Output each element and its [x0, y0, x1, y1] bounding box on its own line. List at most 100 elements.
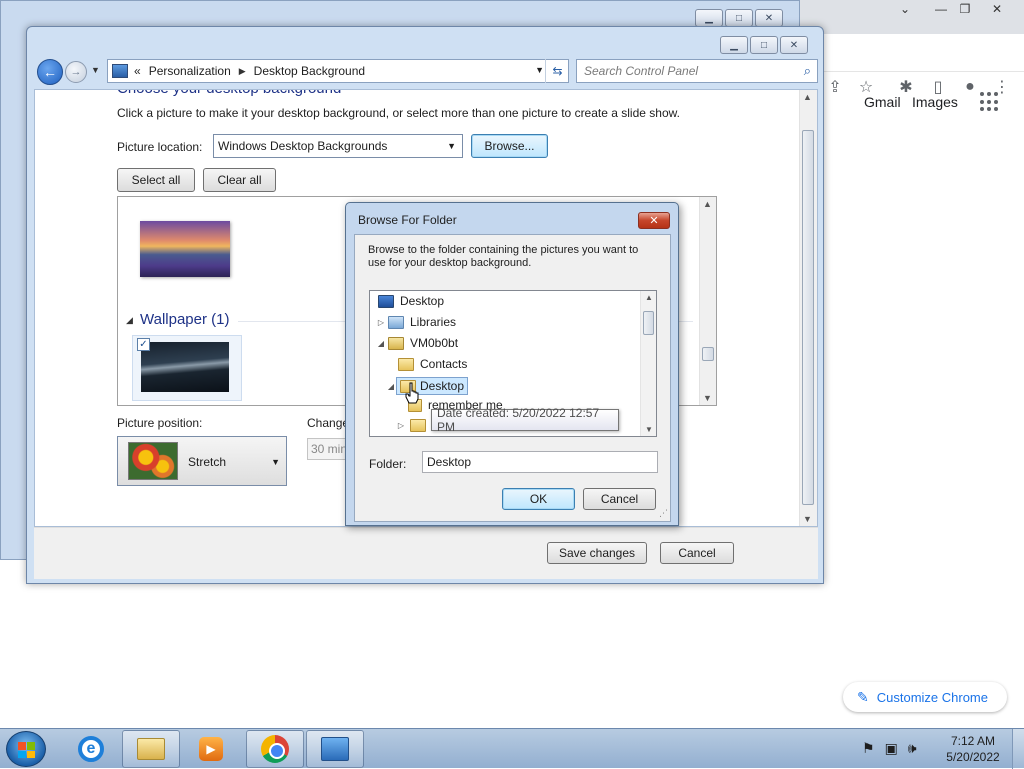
collapse-arrow-icon[interactable]: ◢ [376, 339, 386, 348]
tree-item-collapsed[interactable]: ▷ [396, 419, 432, 432]
save-changes-button[interactable]: Save changes [547, 542, 647, 564]
page-title: Choose your desktop background [117, 90, 341, 97]
chrome-icon [261, 735, 289, 763]
dialog-cancel-button[interactable]: Cancel [583, 488, 656, 510]
back-arrow-icon[interactable]: ← [37, 59, 63, 85]
breadcrumb-overflow-icon[interactable]: « [134, 64, 141, 78]
customize-chrome-label: Customize Chrome [876, 689, 988, 705]
wallpaper-group-label[interactable]: Wallpaper (1) [140, 311, 229, 328]
customize-chrome-button[interactable]: ✎ Customize Chrome [843, 682, 1007, 712]
taskbar-media-player[interactable]: ▶ [182, 730, 240, 768]
taskbar-file-explorer[interactable] [122, 730, 180, 768]
system-tray: ⚑ ▣ 🕪 [862, 740, 917, 757]
scroll-thumb[interactable] [802, 130, 814, 505]
scroll-up-icon[interactable]: ▲ [645, 293, 653, 302]
tree-item-label: VM0b0bt [410, 336, 459, 350]
wallpaper-thumbnail-selected[interactable]: ✓ [132, 335, 242, 401]
gmail-link[interactable]: Gmail [864, 94, 901, 110]
search-icon[interactable]: ⌕ [804, 63, 811, 79]
expand-arrow-icon[interactable]: ▷ [396, 421, 406, 430]
ok-button[interactable]: OK [502, 488, 575, 510]
picture-location-value: Windows Desktop Backgrounds [218, 139, 388, 153]
background-window-controls: ▁ □ ✕ [695, 9, 783, 27]
picture-position-value: Stretch [188, 455, 227, 469]
minimize-icon[interactable]: ▁ [695, 9, 723, 27]
close-icon[interactable]: ✕ [780, 36, 808, 54]
tree-item-contacts[interactable]: Contacts [398, 357, 467, 371]
taskbar-chrome[interactable] [246, 730, 304, 768]
clear-all-button[interactable]: Clear all [203, 168, 276, 192]
breadcrumb-separator-icon[interactable]: ▶ [239, 66, 246, 77]
scroll-up-icon[interactable]: ▲ [803, 92, 812, 102]
scroll-down-icon[interactable]: ▼ [645, 425, 653, 434]
select-all-button[interactable]: Select all [117, 168, 195, 192]
picture-location-label: Picture location: [117, 140, 203, 154]
forward-arrow-icon[interactable]: → [65, 61, 87, 83]
window-controls: ▁ □ ✕ [720, 36, 808, 54]
tree-item-desktop-selected[interactable]: ◢ Desktop [386, 377, 469, 395]
taskbar-control-panel[interactable] [306, 730, 364, 768]
images-link[interactable]: Images [912, 94, 958, 110]
search-placeholder: Search Control Panel [584, 64, 699, 78]
share-icon[interactable]: ⇪ [822, 74, 848, 100]
tree-item-desktop-root[interactable]: Desktop [378, 294, 444, 308]
scroll-down-icon[interactable]: ▼ [803, 514, 812, 524]
scroll-down-icon[interactable]: ▼ [703, 393, 712, 403]
control-panel-icon [321, 737, 349, 761]
taskbar-clock[interactable]: 7:12 AM 5/20/2022 [940, 733, 1006, 765]
volume-icon[interactable]: 🕪 [908, 740, 917, 757]
scroll-up-icon[interactable]: ▲ [703, 199, 712, 209]
control-panel-icon [112, 64, 128, 78]
picture-position-select[interactable]: Stretch ▼ [117, 436, 287, 486]
pencil-icon: ✎ [857, 688, 869, 705]
tab-search-icon[interactable]: ⌄ [892, 0, 918, 17]
network-icon[interactable]: ▣ [885, 740, 898, 757]
start-button[interactable] [6, 731, 46, 767]
collapse-arrow-icon[interactable]: ◢ [126, 315, 133, 326]
action-center-flag-icon[interactable]: ⚑ [862, 740, 875, 757]
collapse-arrow-icon[interactable]: ◢ [386, 382, 396, 391]
picture-location-select[interactable]: Windows Desktop Backgrounds ▼ [213, 134, 463, 158]
tree-item-label: Libraries [410, 315, 457, 329]
navigation-bar: ← → ▼ « Personalization ▶ Desktop Backgr… [33, 57, 819, 87]
expand-arrow-icon[interactable]: ▷ [376, 318, 386, 327]
change-picture-label: Change [307, 416, 350, 430]
dialog-title: Browse For Folder [358, 213, 457, 227]
tree-item-libraries[interactable]: ▷ Libraries [376, 315, 456, 329]
wallpaper-scrollbar[interactable]: ▲ ▼ [699, 197, 716, 405]
taskbar-internet-explorer[interactable]: e [62, 730, 120, 768]
refresh-icon[interactable]: ⇆ [545, 59, 569, 83]
tree-item-user[interactable]: ◢ VM0b0bt [376, 336, 458, 350]
resize-grip-icon[interactable]: ⋰ [659, 508, 668, 519]
address-bar[interactable]: « Personalization ▶ Desktop Background ▼ [107, 59, 569, 83]
maximize-icon[interactable]: □ [725, 9, 753, 27]
scroll-thumb[interactable] [643, 311, 654, 335]
minimize-icon[interactable]: — [928, 0, 954, 17]
dialog-body: Browse to the folder containing the pict… [354, 234, 671, 522]
chevron-down-icon: ▼ [447, 141, 456, 151]
scroll-thumb[interactable] [702, 347, 714, 361]
wallpaper-checkbox[interactable]: ✓ [137, 338, 150, 351]
google-apps-icon[interactable] [980, 92, 1000, 112]
tree-scrollbar[interactable]: ▲ ▼ [640, 291, 656, 436]
folder-input[interactable]: Desktop [422, 451, 658, 473]
restore-icon[interactable]: ❐ [952, 0, 978, 17]
wallpaper-thumbnail-lake[interactable] [140, 221, 230, 277]
clock-date: 5/20/2022 [946, 750, 1000, 764]
windows-logo-icon [18, 742, 35, 758]
close-icon[interactable]: ✕ [984, 0, 1010, 17]
show-desktop-button[interactable] [1012, 729, 1024, 769]
minimize-icon[interactable]: ▁ [720, 36, 748, 54]
cancel-button[interactable]: Cancel [660, 542, 734, 564]
date-created-tooltip: Date created: 5/20/2022 12:57 PM [431, 406, 619, 434]
content-scrollbar[interactable]: ▲ ▼ [799, 90, 817, 526]
maximize-icon[interactable]: □ [750, 36, 778, 54]
search-input[interactable]: Search Control Panel ⌕ [576, 59, 818, 83]
address-dropdown-icon[interactable]: ▼ [535, 65, 544, 75]
breadcrumb-personalization[interactable]: Personalization [149, 64, 231, 78]
breadcrumb-desktop-background[interactable]: Desktop Background [254, 64, 365, 78]
dialog-close-icon[interactable]: ✕ [638, 212, 670, 229]
browse-button[interactable]: Browse... [471, 134, 548, 158]
recent-pages-chevron-icon[interactable]: ▼ [91, 65, 100, 75]
close-icon[interactable]: ✕ [755, 9, 783, 27]
